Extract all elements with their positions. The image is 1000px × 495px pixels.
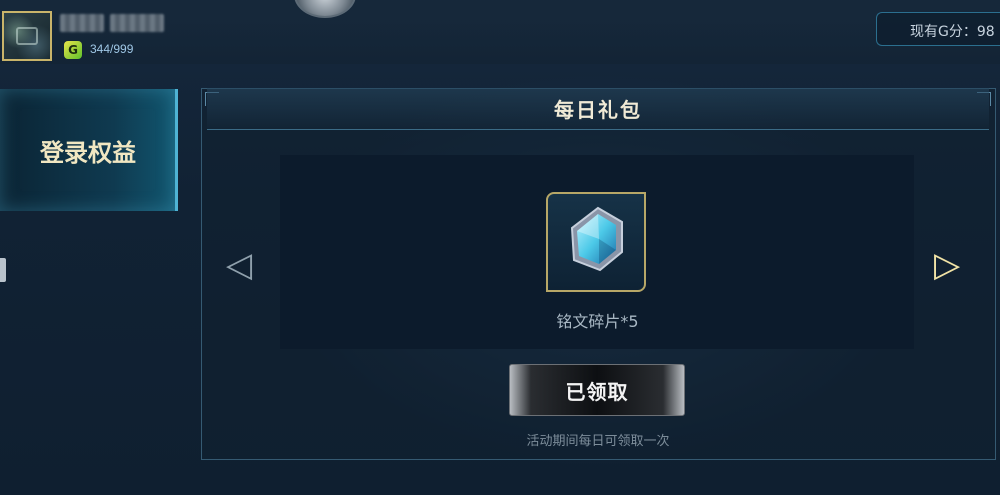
- top-bar: [0, 0, 1000, 64]
- reward-item-name: 铭文碎片*5: [556, 312, 639, 331]
- prev-arrow-icon[interactable]: ◁: [226, 248, 252, 282]
- claimed-button[interactable]: 已领取: [509, 364, 685, 416]
- next-arrow-icon[interactable]: ▷: [934, 248, 960, 282]
- panel-title: 每日礼包: [207, 88, 989, 130]
- player-id-redacted: [110, 14, 164, 32]
- avatar-figure-icon: [16, 27, 38, 45]
- sidebar-item-label: 登录权益: [40, 138, 136, 167]
- experience-counter: 344/999: [90, 42, 134, 56]
- claim-hint-text: 活动期间每日可领取一次: [526, 434, 670, 449]
- level-badge-icon: G: [64, 41, 82, 59]
- crystal-fragment-icon: [570, 206, 623, 272]
- reward-item-slot[interactable]: [546, 192, 646, 292]
- g-score-text: 现有G分：98: [910, 24, 995, 40]
- player-avatar[interactable]: [2, 11, 52, 61]
- sidebar-collapse-handle[interactable]: [0, 258, 6, 282]
- player-name-redacted: [60, 14, 104, 32]
